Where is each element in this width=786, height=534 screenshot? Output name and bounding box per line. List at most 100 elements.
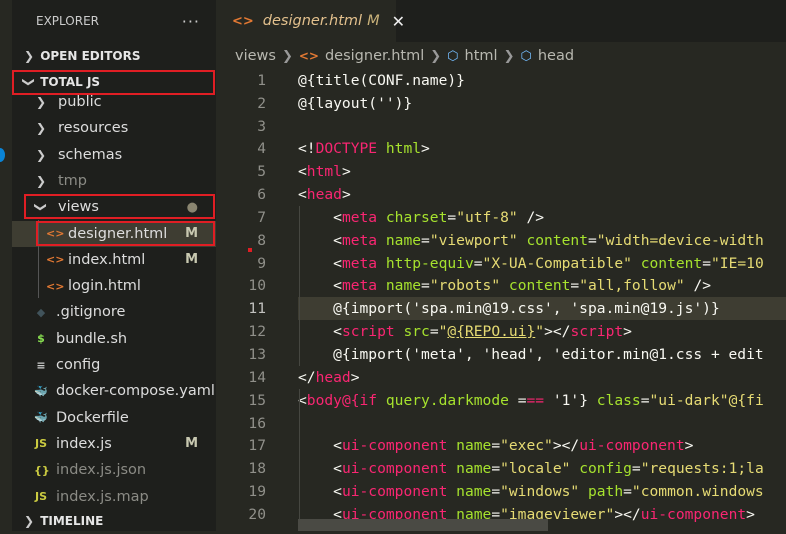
- code-token: "requests:1;la: [640, 460, 764, 478]
- code-line: 15 < body@{if query.darkmode = == '1'} clas…: [216, 389, 786, 412]
- more-actions-button[interactable]: ···: [182, 12, 200, 31]
- code-token: ></: [544, 323, 571, 341]
- line-number: 18: [248, 460, 266, 478]
- code-token: />: [517, 208, 545, 226]
- code-line: 10 < meta name = "robots" content = "all,foll…: [216, 275, 786, 298]
- code-token: ></: [614, 505, 641, 523]
- line-number: 8: [257, 231, 266, 249]
- line-number: 13: [248, 345, 266, 363]
- tree-item[interactable]: JS index.js M: [12, 431, 216, 457]
- line-number: 14: [248, 368, 266, 386]
- code-token: ui-component: [341, 483, 448, 501]
- code-token: name: [377, 231, 422, 249]
- breadcrumb-html[interactable]: html: [465, 48, 498, 64]
- breadcrumb-head[interactable]: head: [538, 48, 574, 64]
- code-token: @{layout('')}: [298, 94, 413, 112]
- code-token: >: [623, 323, 632, 341]
- breadcrumb-file[interactable]: designer.html: [325, 48, 424, 64]
- code-token: =: [491, 437, 501, 455]
- tree-item[interactable]: <> index.html M: [12, 247, 216, 273]
- code-token: "common.windows: [631, 483, 764, 501]
- tree-item[interactable]: 🐳 docker-compose.yaml: [12, 378, 216, 404]
- tree-item[interactable]: 🐳 Dockerfile: [12, 405, 216, 431]
- code-token: meta: [341, 277, 378, 295]
- tree-item[interactable]: ❯ schemas: [12, 142, 216, 168]
- tree-item[interactable]: <> designer.html M: [12, 220, 216, 247]
- code-line: 9 < meta http-equiv = "X-UA-Compatible" con…: [216, 252, 786, 275]
- code-token: head: [306, 186, 342, 204]
- tree-item-label: Dockerfile: [56, 409, 129, 426]
- tree-item[interactable]: ◆ .gitignore: [12, 299, 216, 325]
- explorer-header: EXPLORER ···: [12, 0, 216, 42]
- open-editors-section[interactable]: ❯ OPEN EDITORS: [12, 43, 216, 69]
- code-token: script: [570, 323, 624, 341]
- code-text: < ui-component name = "exec" ></ui-component…: [298, 434, 786, 457]
- code-token: <: [298, 186, 307, 204]
- chevron-right-icon: ❯: [35, 173, 47, 188]
- code-text: @{import('spa.min@19.css', 'spa.min@19.j…: [298, 297, 786, 321]
- code-token: =: [517, 391, 527, 409]
- html-icon: <>: [232, 13, 254, 29]
- tree-item[interactable]: $ bundle.sh: [12, 326, 216, 352]
- tree-item-label: designer.html: [68, 225, 168, 242]
- tree-item[interactable]: ❯ views ●: [12, 194, 216, 220]
- git-status-badge: M: [185, 436, 198, 452]
- lines-icon: ≡: [36, 358, 46, 372]
- indent-guide: [299, 389, 300, 531]
- tree-item-label: resources: [58, 120, 129, 137]
- tab-designer-html[interactable]: <> designer.html M ✕: [216, 0, 405, 42]
- timeline-section[interactable]: ❯ TIMELINE: [12, 508, 216, 534]
- html-icon: <>: [298, 49, 319, 63]
- breadcrumb-views[interactable]: views: [235, 48, 276, 64]
- code-token: "exec": [500, 437, 553, 455]
- code-line: 6 < head >: [216, 183, 786, 206]
- tree-item[interactable]: <> login.html: [12, 273, 216, 299]
- code-token: <: [298, 437, 342, 455]
- code-token: >: [421, 140, 430, 158]
- code-token: ==: [526, 391, 545, 409]
- tab-label: designer.html: [262, 13, 363, 29]
- code-token: =: [491, 460, 501, 478]
- horizontal-scrollbar[interactable]: [298, 519, 548, 531]
- tree-item[interactable]: ❯ tmp: [12, 168, 216, 194]
- indent-guide: [299, 206, 300, 366]
- tree-item-label: docker-compose.yaml: [56, 383, 215, 400]
- line-number: 5: [257, 163, 266, 181]
- tree-item[interactable]: ❯ resources: [12, 115, 216, 141]
- code-token: =: [702, 254, 712, 272]
- code-token: "X-UA-Compatible": [482, 254, 632, 272]
- code-token: =: [491, 483, 501, 501]
- code-token: '1'}: [544, 391, 597, 409]
- code-token: >: [350, 368, 360, 386]
- tree-item[interactable]: {} index.js.json: [12, 457, 216, 483]
- code-token: <: [298, 231, 342, 249]
- code-token: ": [535, 323, 545, 341]
- git-status-badge: M: [185, 252, 198, 268]
- code-token: =: [429, 323, 439, 341]
- chevron-right-icon: ❯: [23, 49, 35, 63]
- code-token: <: [298, 254, 342, 272]
- line-number: 9: [257, 254, 266, 272]
- line-number: 6: [257, 186, 266, 204]
- code-line: 17 < ui-component name = "exec" ></ui-compon…: [216, 434, 786, 457]
- tree-item[interactable]: ❯ public: [12, 89, 216, 115]
- code-line: 18 < ui-component name = "locale" config = "r…: [216, 457, 786, 480]
- line-number: 3: [257, 117, 266, 135]
- code-token: "utf-8": [456, 208, 518, 226]
- code-line: 14 </head >: [216, 366, 786, 389]
- code-editor[interactable]: 20 < ui-component name = "imageviewer" ></ui…: [216, 69, 786, 531]
- code-token: <: [298, 277, 342, 295]
- git-status-badge: ●: [186, 199, 198, 215]
- code-line: 16: [216, 412, 786, 435]
- code-token: content: [500, 277, 571, 295]
- code-token: head: [315, 368, 351, 386]
- json-icon: {}: [34, 463, 50, 477]
- code-text: @{title(CONF.name)}: [298, 69, 786, 92]
- chevron-right-icon: ❯: [35, 147, 47, 162]
- tree-item[interactable]: JS index.js.map: [12, 484, 216, 510]
- close-icon[interactable]: ✕: [392, 12, 405, 31]
- tree-item-label: index.js.map: [56, 488, 149, 505]
- tree-item[interactable]: ≡ config: [12, 352, 216, 378]
- code-token: "IE=10: [711, 254, 764, 272]
